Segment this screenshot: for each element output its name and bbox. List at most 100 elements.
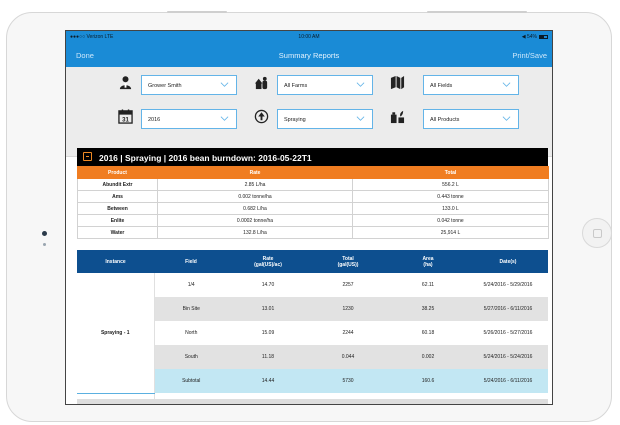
area-header: Area (ha)	[388, 250, 468, 273]
product-name: Enlite	[77, 214, 158, 227]
product-name: Ams	[77, 190, 158, 203]
area-cell: 160.6	[388, 369, 468, 393]
home-square-icon	[593, 229, 602, 238]
area-cell: 0.002	[388, 345, 468, 369]
svg-text:31: 31	[122, 117, 129, 124]
page-title: Summary Reports	[278, 51, 340, 60]
operation-icon	[254, 109, 269, 124]
product-total: 133.0 L	[352, 202, 549, 215]
grower-select[interactable]: Grower Smith	[141, 75, 237, 95]
product-rate: 0.682 L/ha	[157, 202, 353, 215]
total-header: Total	[352, 166, 549, 179]
product-total: 556.2 L	[352, 178, 549, 191]
battery-label: ◀ 54%	[521, 34, 537, 40]
calendar-icon: 31	[118, 109, 133, 124]
products-icon	[390, 110, 405, 124]
rate-header: Rate (gal(US)/ac)	[228, 250, 308, 273]
field-cell: Subtotal	[154, 369, 228, 393]
chevron-down-icon	[502, 82, 511, 87]
product-rate: 0.002 tonne/ha	[157, 190, 353, 203]
grower-icon	[119, 76, 132, 90]
battery-indicator: ◀ 54%	[522, 34, 548, 40]
grower-value: Grower Smith	[148, 83, 182, 89]
farms-value: All Farms	[284, 83, 308, 89]
battery-icon	[539, 34, 548, 39]
total-cell: 2257	[342, 282, 354, 288]
fields-select[interactable]: All Fields	[423, 75, 519, 95]
product-name: Between	[77, 202, 158, 215]
products-select[interactable]: All Products	[423, 109, 519, 129]
dates-cell: 5/24/2016 - 5/29/2016	[483, 282, 533, 288]
operation-value: Spraying	[284, 117, 306, 123]
rate-cell: 14.44	[228, 369, 308, 393]
field-cell: 1/4	[187, 282, 195, 288]
product-total: 0.042 tonne	[352, 214, 549, 227]
instance-name: Spraying - 1	[77, 273, 155, 394]
total-cell: 1230	[308, 297, 388, 321]
product-header: Product	[77, 166, 158, 179]
total-cell: 2244	[342, 330, 354, 336]
print-save-button[interactable]: Print/Save	[512, 51, 547, 60]
field-cell: North	[185, 330, 198, 336]
camera-icon	[42, 231, 47, 236]
dates-header: Date(s)	[468, 250, 548, 273]
chevron-down-icon	[220, 116, 229, 121]
filter-panel: Grower Smith All Farms All Fields 31 201…	[66, 67, 552, 157]
product-name: Abundit Extr	[77, 178, 158, 191]
fields-value: All Fields	[430, 83, 453, 89]
chevron-down-icon	[356, 82, 365, 87]
nav-bar: Done Summary Reports Print/Save	[66, 43, 552, 67]
dates-cell: 5/26/2016 - 5/27/2016	[483, 330, 533, 336]
total-header-label: Total (gal(US))	[337, 255, 359, 268]
total-cell: 0.044	[308, 345, 388, 369]
product-rate: 0.0002 tonne/ha	[157, 214, 353, 227]
rate-cell: 15.09	[261, 330, 275, 336]
product-rate: 132.8 L/ha	[157, 226, 353, 239]
home-button[interactable]	[582, 218, 612, 248]
product-total: 0.443 tonne	[352, 190, 549, 203]
field-header: Field	[154, 250, 228, 273]
operation-select[interactable]: Spraying	[277, 109, 373, 129]
rate-cell: 13.01	[228, 297, 308, 321]
chevron-down-icon	[502, 116, 511, 121]
year-value: 2016	[148, 117, 161, 123]
table-row: Ams 0.002 tonne/ha 0.443 tonne	[77, 190, 549, 203]
dates-cell: 5/24/2016 - 5/24/2016	[468, 345, 548, 369]
app-screen: ●●●○○ Verizon LTE 10:00 AM ◀ 54% Done Su…	[65, 30, 553, 405]
area-cell: 62.11	[421, 282, 435, 288]
report-header[interactable]: 2016 | Spraying | 2016 bean burndown: 20…	[77, 148, 548, 166]
collapse-icon[interactable]	[83, 152, 92, 161]
area-cell: 38.25	[388, 297, 468, 321]
next-row-strip	[77, 399, 548, 404]
status-bar: ●●●○○ Verizon LTE 10:00 AM ◀ 54%	[66, 31, 552, 43]
carrier-label: ●●●○○ Verizon LTE	[70, 34, 114, 40]
fields-icon	[390, 75, 405, 90]
product-rate: 2.85 L/ha	[157, 178, 353, 191]
sensor-icon	[43, 243, 46, 246]
farm-icon	[254, 76, 268, 90]
rate-cell: 14.70	[261, 282, 275, 288]
chevron-down-icon	[356, 116, 365, 121]
report-title: 2016 | Spraying | 2016 bean burndown: 20…	[99, 153, 312, 163]
products-value: All Products	[430, 117, 460, 123]
rate-header: Rate	[157, 166, 353, 179]
product-name: Water	[77, 226, 158, 239]
table-row: Water 132.8 L/ha 25,914 L	[77, 226, 549, 239]
year-select[interactable]: 2016	[141, 109, 237, 129]
product-total: 25,914 L	[352, 226, 549, 239]
total-header: Total (gal(US))	[308, 250, 388, 273]
field-cell: South	[154, 345, 228, 369]
product-table: Product Rate Total Abundit Extr 2.85 L/h…	[77, 166, 549, 239]
dates-cell: 5/27/2016 - 6/11/2016	[468, 297, 548, 321]
table-row: Enlite 0.0002 tonne/ha 0.042 tonne	[77, 214, 549, 227]
instance-table: Instance Field Rate (gal(US)/ac) Total (…	[77, 250, 548, 404]
instance-header: Instance	[77, 250, 154, 273]
dates-cell: 5/24/2016 - 6/11/2016	[468, 369, 548, 393]
area-cell: 60.18	[421, 330, 435, 336]
area-header-label: Area (ha)	[422, 255, 434, 268]
field-cell: Bin Site	[154, 297, 228, 321]
rate-header-label: Rate (gal(US)/ac)	[254, 255, 282, 268]
clock: 10:00 AM	[298, 34, 320, 40]
total-cell: 5730	[308, 369, 388, 393]
farms-select[interactable]: All Farms	[277, 75, 373, 95]
